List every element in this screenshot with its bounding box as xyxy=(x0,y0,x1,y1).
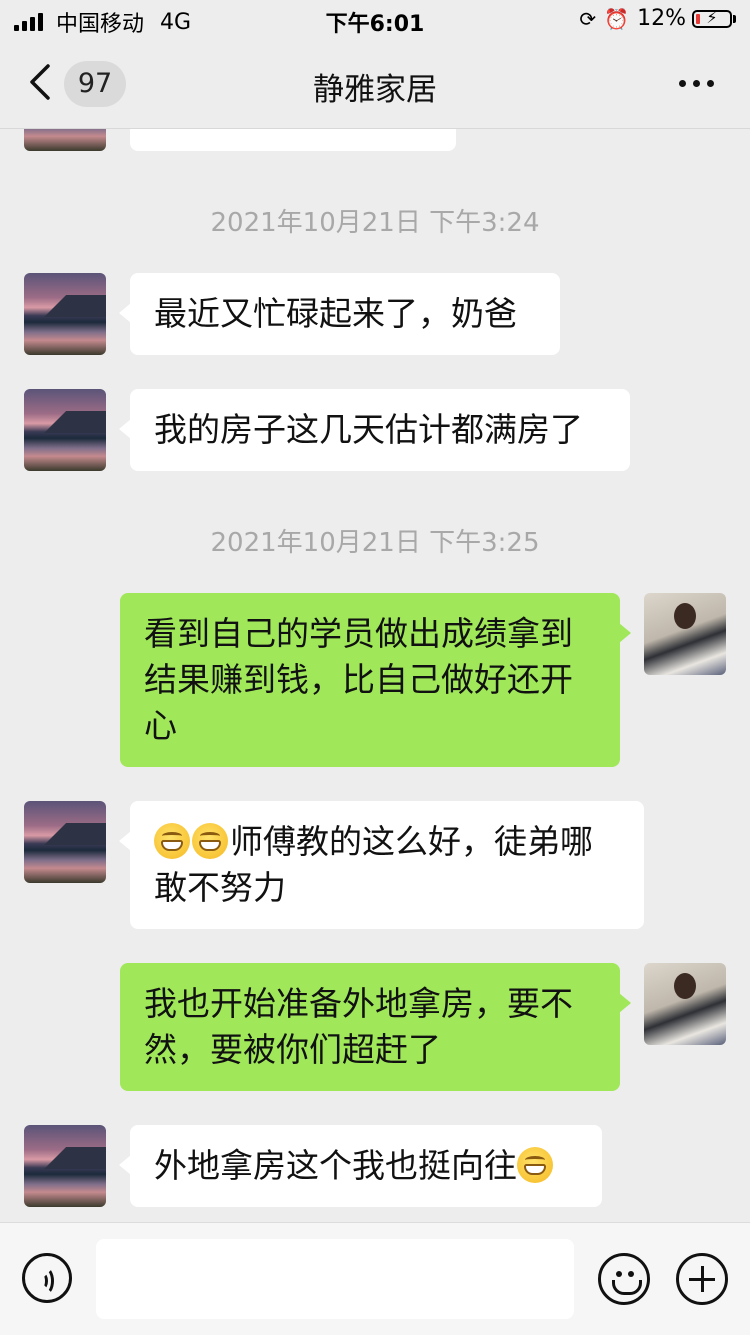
battery-icon: ⚡ xyxy=(692,7,732,28)
dot-icon xyxy=(679,80,686,87)
chat-title: 静雅家居 xyxy=(313,72,437,108)
message-bubble-outgoing[interactable]: 看到自己的学员做出成绩拿到结果赚到钱，比自己做好还开心 xyxy=(120,593,631,767)
dot-icon xyxy=(707,80,714,87)
message-text: 最近又忙碌起来了，奶爸 xyxy=(154,294,517,333)
grin-emoji-icon xyxy=(154,823,190,859)
landscape-avatar[interactable] xyxy=(24,801,106,883)
more-options-button[interactable] xyxy=(672,80,714,87)
father-baby-avatar[interactable] xyxy=(644,593,726,675)
voice-button[interactable] xyxy=(22,1253,72,1303)
landscape-avatar[interactable] xyxy=(24,129,106,151)
status-bar: 中国移动 4G 下午6:01 ⟳ ⏰ 12% ⚡ xyxy=(0,0,750,40)
dot-icon xyxy=(693,80,700,87)
emoji-button[interactable] xyxy=(598,1253,650,1305)
message-input[interactable] xyxy=(96,1239,574,1319)
timestamp: 2021年10月21日 下午3:24 xyxy=(210,208,540,238)
landscape-avatar[interactable] xyxy=(24,389,106,471)
chat-header: 97 静雅家居 xyxy=(0,40,750,129)
charging-icon: ⚡ xyxy=(706,7,718,27)
orientation-lock-icon: ⟳ xyxy=(579,6,597,31)
message-bubble-partial[interactable] xyxy=(130,129,456,151)
message-bubble-outgoing[interactable]: 我也开始准备外地拿房，要不然，要被你们超赶了 xyxy=(120,963,631,1091)
message-bubble-incoming[interactable]: 外地拿房这个我也挺向往 xyxy=(119,1125,602,1207)
landscape-avatar[interactable] xyxy=(24,273,106,355)
message-bubble-incoming[interactable]: 最近又忙碌起来了，奶爸 xyxy=(119,273,560,355)
battery-percent: 12% xyxy=(637,6,686,31)
message-text: 看到自己的学员做出成绩拿到结果赚到钱，比自己做好还开心 xyxy=(144,614,573,745)
message-bubble-incoming[interactable]: 我的房子这几天估计都满房了 xyxy=(119,389,630,471)
message-bubble-incoming[interactable]: 师傅教的这么好，徒弟哪敢不努力 xyxy=(119,801,644,929)
status-right: ⟳ ⏰ 12% ⚡ xyxy=(579,6,736,31)
timestamp: 2021年10月21日 下午3:25 xyxy=(210,528,540,558)
grin-emoji-icon xyxy=(517,1147,553,1183)
message-text: 我也开始准备外地拿房，要不然，要被你们超赶了 xyxy=(144,984,573,1069)
plus-icon[interactable] xyxy=(676,1253,728,1305)
grin-emoji-icon xyxy=(192,823,228,859)
message-list[interactable]: 2021年10月21日 下午3:24 最近又忙碌起来了，奶爸 我的房子这几天估计… xyxy=(0,129,750,1221)
landscape-avatar[interactable] xyxy=(24,1125,106,1207)
father-baby-avatar[interactable] xyxy=(644,963,726,1045)
message-text: 我的房子这几天估计都满房了 xyxy=(154,410,583,449)
battery-cap xyxy=(733,14,736,23)
input-toolbar xyxy=(0,1222,750,1335)
message-text: 外地拿房这个我也挺向往 xyxy=(154,1146,517,1185)
alarm-icon: ⏰ xyxy=(604,6,630,31)
